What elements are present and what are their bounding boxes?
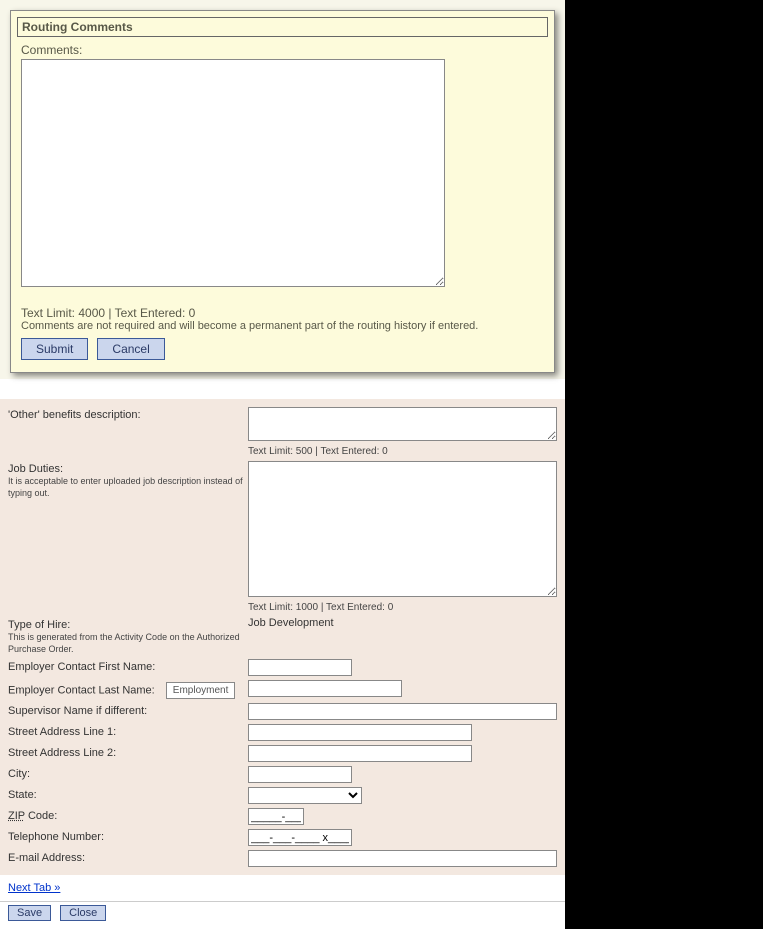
side-black-panel	[565, 0, 763, 929]
routing-text-limit: Text Limit: 4000 | Text Entered: 0	[21, 290, 544, 320]
comments-label: Comments:	[21, 39, 544, 59]
job-duties-helper: It is acceptable to enter uploaded job d…	[8, 476, 243, 498]
street2-input[interactable]	[248, 745, 472, 762]
employer-last-input[interactable]	[248, 680, 402, 697]
close-button[interactable]: Close	[60, 905, 106, 921]
employer-first-label: Employer Contact First Name:	[8, 659, 248, 673]
other-benefits-limit: Text Limit: 500 | Text Entered: 0	[248, 444, 557, 457]
routing-note: Comments are not required and will becom…	[21, 320, 544, 332]
routing-panel-title: Routing Comments	[17, 17, 548, 37]
job-form: 'Other' benefits description: Text Limit…	[0, 399, 565, 875]
state-select[interactable]	[248, 787, 362, 804]
street1-input[interactable]	[248, 724, 472, 741]
other-benefits-textarea[interactable]	[248, 407, 557, 441]
employment-tag: Employment	[166, 682, 236, 699]
save-button[interactable]: Save	[8, 905, 51, 921]
type-of-hire-value: Job Development	[248, 617, 334, 629]
routing-comments-panel: Routing Comments Comments: Text Limit: 4…	[10, 10, 555, 373]
state-label: State:	[8, 787, 248, 801]
zip-input[interactable]	[248, 808, 304, 825]
email-input[interactable]	[248, 850, 557, 867]
phone-input[interactable]	[248, 829, 352, 846]
routing-comments-textarea[interactable]	[21, 59, 445, 287]
employer-first-input[interactable]	[248, 659, 352, 676]
job-duties-label: Job Duties:	[8, 463, 63, 475]
job-duties-textarea[interactable]	[248, 461, 557, 597]
zip-label: ZIP Code:	[8, 808, 248, 822]
street1-label: Street Address Line 1:	[8, 724, 248, 738]
submit-button[interactable]: Submit	[21, 338, 88, 360]
cancel-button[interactable]: Cancel	[97, 338, 164, 360]
supervisor-input[interactable]	[248, 703, 557, 720]
job-duties-limit: Text Limit: 1000 | Text Entered: 0	[248, 600, 557, 613]
street2-label: Street Address Line 2:	[8, 745, 248, 759]
city-label: City:	[8, 766, 248, 780]
employer-last-label: Employer Contact Last Name:	[8, 684, 155, 696]
type-of-hire-helper: This is generated from the Activity Code…	[8, 632, 240, 654]
type-of-hire-label: Type of Hire:	[8, 619, 70, 631]
email-label: E-mail Address:	[8, 850, 248, 864]
other-benefits-label: 'Other' benefits description:	[8, 407, 248, 421]
next-tab-link[interactable]: Next Tab »	[8, 882, 60, 894]
supervisor-label: Supervisor Name if different:	[8, 703, 248, 717]
city-input[interactable]	[248, 766, 352, 783]
phone-label: Telephone Number:	[8, 829, 248, 843]
